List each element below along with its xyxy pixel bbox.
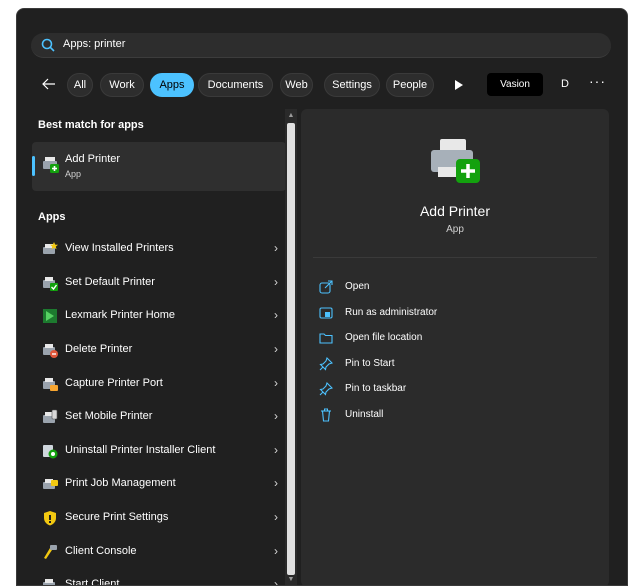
uninstall-client-icon (43, 445, 58, 459)
trash-icon (321, 408, 331, 422)
action-open-file-location[interactable]: Open file location (319, 328, 589, 350)
start-search-panel: Apps: printer All Work Apps Documents We… (16, 8, 628, 586)
chevron-right-icon[interactable]: › (274, 443, 278, 457)
console-icon (44, 545, 57, 559)
filter-chip-documents[interactable]: Documents (198, 73, 273, 97)
search-icon (41, 38, 55, 52)
chevron-right-icon[interactable]: › (274, 342, 278, 356)
filter-chip-apps[interactable]: Apps (150, 73, 194, 97)
detail-app-type: App (446, 224, 464, 235)
app-item-label: Uninstall Printer Installer Client (65, 444, 216, 456)
lexmark-icon (43, 309, 57, 323)
play-icon[interactable] (454, 79, 464, 91)
selection-indicator (32, 156, 35, 176)
avatar[interactable]: D (556, 75, 574, 93)
filter-bar: All Work Apps Documents Web Settings Peo… (17, 71, 627, 99)
add-printer-icon (43, 157, 59, 173)
search-box[interactable]: Apps: printer (31, 33, 611, 58)
scroll-up-icon[interactable]: ▲ (286, 111, 296, 121)
pin-icon (319, 357, 333, 371)
detail-pane: Add Printer App Open Run as administrato… (301, 109, 609, 585)
back-arrow-icon[interactable] (39, 74, 59, 94)
pin-icon (319, 382, 333, 396)
divider (313, 257, 597, 258)
app-item-secure-print-settings[interactable]: Secure Print Settings › (32, 502, 286, 532)
filter-chip-settings[interactable]: Settings (324, 73, 380, 97)
app-item-start-client[interactable]: Start Client › (32, 569, 286, 586)
print-job-icon (43, 479, 58, 489)
filter-chip-work[interactable]: Work (100, 73, 144, 97)
action-pin-to-start[interactable]: Pin to Start (319, 354, 589, 376)
app-item-lexmark-printer-home[interactable]: Lexmark Printer Home › (32, 300, 286, 330)
best-match-item[interactable]: Add Printer App (32, 142, 286, 191)
app-item-set-default-printer[interactable]: Set Default Printer › (32, 267, 286, 297)
run-admin-icon (319, 307, 333, 319)
search-input[interactable]: Apps: printer (63, 38, 125, 50)
chevron-right-icon[interactable]: › (274, 577, 278, 585)
detail-app-name: Add Printer (419, 203, 491, 219)
action-label: Uninstall (345, 409, 384, 420)
chevron-right-icon[interactable]: › (274, 308, 278, 322)
app-item-uninstall-printer-installer-client[interactable]: Uninstall Printer Installer Client › (32, 435, 286, 465)
app-item-delete-printer[interactable]: Delete Printer › (32, 334, 286, 364)
chevron-right-icon[interactable]: › (274, 275, 278, 289)
chevron-right-icon[interactable]: › (274, 409, 278, 423)
action-run-as-administrator[interactable]: Run as administrator (319, 303, 589, 325)
app-item-view-installed-printers[interactable]: View Installed Printers › (32, 233, 286, 263)
printer-start-icon (43, 579, 55, 585)
app-item-label: View Installed Printers (65, 242, 174, 254)
printer-check-icon (43, 277, 58, 291)
app-item-client-console[interactable]: Client Console › (32, 536, 286, 566)
action-label: Run as administrator (345, 307, 438, 318)
results-scrollbar[interactable]: ▲ ▼ (285, 109, 297, 585)
app-item-label: Secure Print Settings (65, 511, 169, 523)
app-item-label: Lexmark Printer Home (65, 309, 176, 321)
app-item-print-job-management[interactable]: Print Job Management › (32, 468, 286, 498)
app-item-label: Capture Printer Port (65, 377, 163, 389)
printer-delete-icon (43, 344, 58, 358)
open-external-icon (319, 280, 333, 294)
app-item-capture-printer-port[interactable]: Capture Printer Port › (32, 368, 286, 398)
folder-icon (319, 333, 333, 344)
chevron-right-icon[interactable]: › (274, 544, 278, 558)
app-item-label: Set Mobile Printer (65, 410, 153, 422)
app-item-label: Delete Printer (65, 343, 133, 355)
best-match-type: App (65, 169, 82, 179)
printer-star-icon (43, 242, 58, 254)
app-item-label: Client Console (65, 545, 137, 557)
best-match-heading: Best match for apps (38, 119, 144, 131)
chevron-right-icon[interactable]: › (274, 241, 278, 255)
filter-chip-people[interactable]: People (386, 73, 434, 97)
printer-mobile-icon (43, 409, 58, 423)
apps-heading: Apps (38, 211, 66, 223)
app-item-label: Print Job Management (65, 477, 176, 489)
add-printer-icon (431, 139, 480, 183)
scroll-down-icon[interactable]: ▼ (286, 575, 296, 585)
app-item-label: Set Default Printer (65, 276, 155, 288)
app-item-label: Start Client (65, 578, 120, 586)
app-item-set-mobile-printer[interactable]: Set Mobile Printer › (32, 401, 286, 431)
action-label: Pin to Start (345, 358, 395, 369)
best-match-name: Add Printer (65, 153, 121, 165)
action-pin-to-taskbar[interactable]: Pin to taskbar (319, 379, 589, 401)
filter-chip-all[interactable]: All (67, 73, 93, 97)
action-uninstall[interactable]: Uninstall (319, 405, 589, 427)
chevron-right-icon[interactable]: › (274, 476, 278, 490)
shield-icon (44, 511, 56, 526)
more-options-button[interactable]: ··· (589, 73, 606, 89)
account-badge[interactable]: Vasion (487, 73, 543, 96)
filter-chip-web[interactable]: Web (280, 73, 313, 97)
results-list: Best match for apps Add Printer App Apps… (17, 109, 286, 586)
action-label: Pin to taskbar (345, 383, 407, 394)
action-open[interactable]: Open (319, 277, 589, 299)
chevron-right-icon[interactable]: › (274, 376, 278, 390)
action-label: Open file location (345, 332, 423, 343)
chevron-right-icon[interactable]: › (274, 510, 278, 524)
action-label: Open (345, 281, 370, 292)
scrollbar-thumb[interactable] (287, 123, 295, 575)
printer-capture-icon (43, 378, 58, 391)
